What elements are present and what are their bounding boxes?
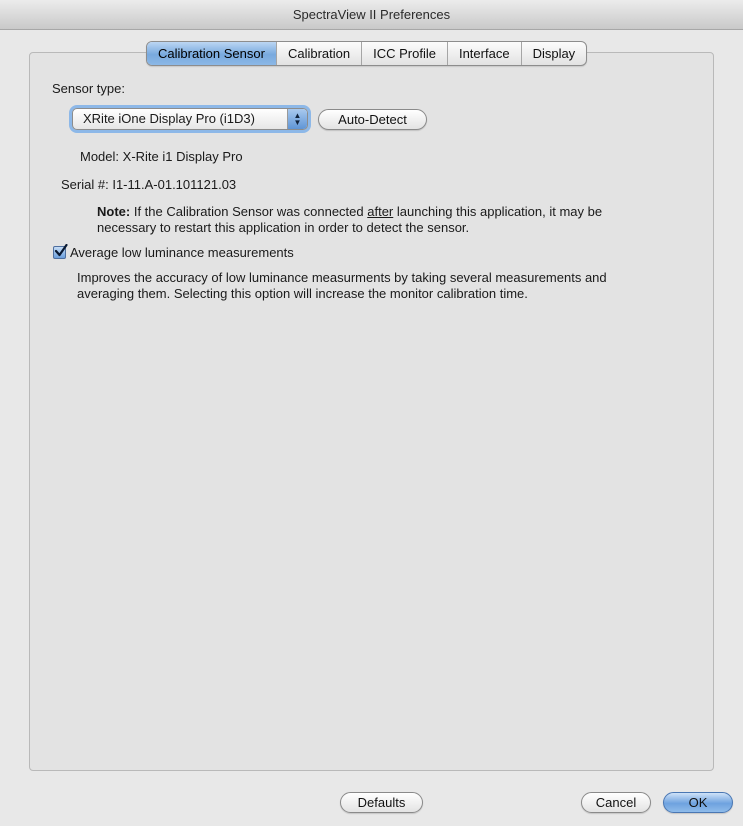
tab-display[interactable]: Display [522, 42, 587, 65]
model-row: Model: X-Rite i1 Display Pro [80, 149, 243, 164]
average-description-line-1: Improves the accuracy of low luminance m… [77, 270, 607, 285]
serial-value: I1-11.A-01.101121.03 [112, 177, 237, 192]
tab-interface[interactable]: Interface [448, 42, 522, 65]
auto-detect-button[interactable]: Auto-Detect [318, 109, 427, 130]
tab-icc-profile[interactable]: ICC Profile [362, 42, 448, 65]
sensor-type-value: XRite iOne Display Pro (i1D3) [83, 111, 255, 126]
average-low-luminance-checkbox[interactable] [53, 244, 68, 259]
sensor-type-select[interactable]: XRite iOne Display Pro (i1D3) ▲ ▼ [72, 108, 308, 130]
cancel-button[interactable]: Cancel [581, 792, 651, 813]
average-description: Improves the accuracy of low luminance m… [77, 270, 717, 302]
serial-label: Serial #: [61, 177, 109, 192]
tab-calibration-sensor[interactable]: Calibration Sensor [147, 42, 277, 65]
serial-row: Serial #: I1-11.A-01.101121.03 [61, 177, 236, 192]
checkmark-icon [54, 244, 68, 257]
note-bold-label: Note: [97, 204, 131, 219]
note-line-1: Note: If the Calibration Sensor was conn… [97, 204, 603, 219]
sensor-type-label: Sensor type: [52, 81, 125, 96]
note-underlined-word: after [367, 204, 394, 219]
tab-calibration[interactable]: Calibration [277, 42, 363, 65]
average-low-luminance-label[interactable]: Average low luminance measurements [70, 245, 294, 260]
defaults-button[interactable]: Defaults [340, 792, 423, 813]
tab-bar: Calibration Sensor Calibration ICC Profi… [146, 41, 588, 66]
average-description-line-2: averaging them. Selecting this option wi… [77, 286, 528, 301]
window-title: SpectraView II Preferences [0, 0, 743, 30]
note-line-2: necessary to restart this application in… [97, 220, 470, 235]
updown-arrows-icon: ▲ ▼ [287, 109, 307, 129]
sensor-note: Note: If the Calibration Sensor was conn… [97, 204, 697, 236]
model-value: X-Rite i1 Display Pro [122, 149, 243, 164]
model-label: Model: [80, 149, 120, 164]
preferences-window: SpectraView II Preferences Calibration S… [0, 0, 743, 826]
ok-button[interactable]: OK [663, 792, 733, 813]
